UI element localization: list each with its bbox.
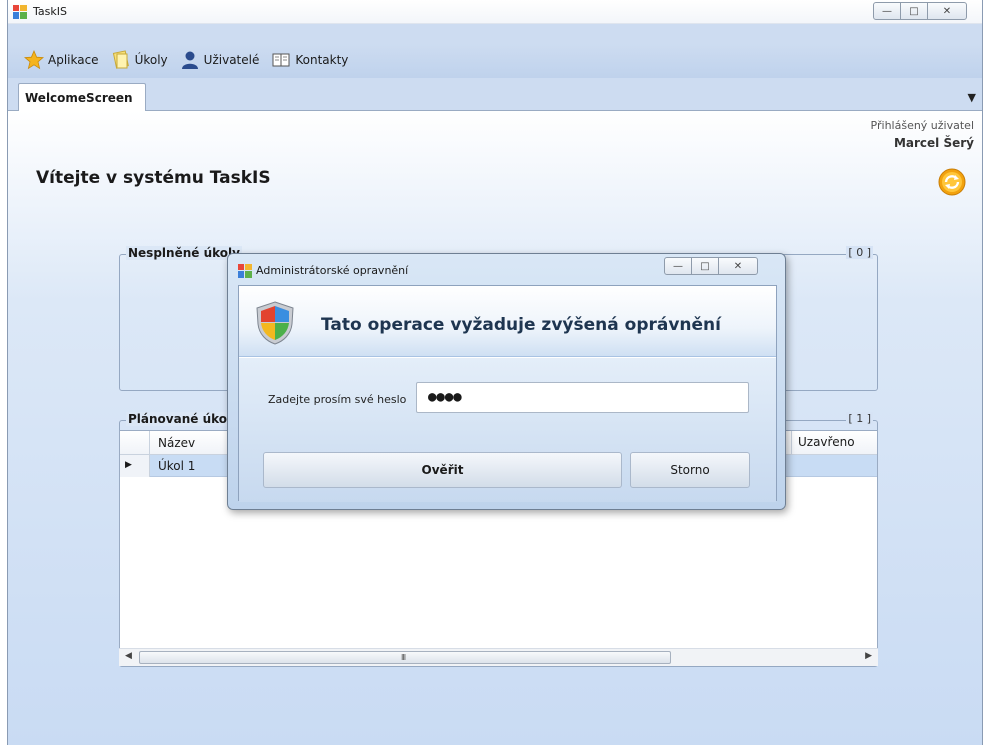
maximize-icon: □ xyxy=(700,260,710,272)
planned-tasks-count: [ 1 ] xyxy=(846,412,873,425)
minimize-icon: — xyxy=(882,5,892,17)
scroll-grip: III xyxy=(401,653,406,662)
refresh-icon[interactable] xyxy=(937,167,967,197)
pending-tasks-title: Nesplněné úkoly xyxy=(126,246,242,260)
dialog-heading: Tato operace vyžaduje zvýšená oprávnění xyxy=(321,315,721,335)
menu-bar: Aplikace Úkoly Uživatelé Kontakty xyxy=(24,48,360,72)
notes-icon xyxy=(112,50,129,69)
user-icon xyxy=(181,51,198,69)
dialog-form: Zadejte prosím své heslo ●●●● Ověřit Sto… xyxy=(239,358,776,502)
dialog-close-button[interactable]: ✕ xyxy=(718,257,758,275)
dialog-header: Tato operace vyžaduje zvýšená oprávnění xyxy=(239,286,776,357)
menu-item-label: Úkoly xyxy=(134,53,168,67)
column-header-uzavreno[interactable]: Uzavřeno xyxy=(791,431,855,454)
title-bar: TaskIS — □ ✕ xyxy=(8,0,982,24)
horizontal-scrollbar[interactable]: ◀ III ▶ xyxy=(119,648,878,666)
logged-user-name: Marcel Šerý xyxy=(893,136,974,150)
planned-tasks-title: Plánované úkoly xyxy=(126,412,241,426)
page-title: Vítejte v systému TaskIS xyxy=(36,168,271,188)
admin-permission-dialog: Administrátorské opravnění — □ ✕ Tato op… xyxy=(227,253,786,510)
dialog-maximize-button[interactable]: □ xyxy=(691,257,719,275)
password-label: Zadejte prosím své heslo xyxy=(268,393,407,406)
grid-corner xyxy=(120,431,150,454)
menu-item-uzivatele[interactable]: Uživatelé xyxy=(180,50,260,70)
tab-welcomescreen[interactable]: WelcomeScreen xyxy=(18,83,146,111)
dialog-minimize-button[interactable]: — xyxy=(664,257,692,275)
cell-name: Úkol 1 xyxy=(158,459,196,473)
window-title: TaskIS xyxy=(33,5,67,18)
verify-button-label: Ověřit xyxy=(421,463,464,477)
dialog-title-bar: Administrátorské opravnění — □ ✕ xyxy=(228,254,785,282)
logged-user-label: Přihlášený uživatel xyxy=(870,119,974,132)
verify-button[interactable]: Ověřit xyxy=(263,452,622,488)
minimize-button[interactable]: — xyxy=(873,2,901,20)
scroll-right-icon[interactable]: ▶ xyxy=(865,651,872,661)
cancel-button[interactable]: Storno xyxy=(630,452,750,488)
dialog-body: Tato operace vyžaduje zvýšená oprávnění … xyxy=(238,285,777,502)
password-field[interactable]: ●●●● xyxy=(416,382,749,413)
tab-strip xyxy=(8,78,982,111)
main-window: TaskIS — □ ✕ Aplikace Úkoly Uživatelé Ko… xyxy=(7,0,983,745)
minimize-icon: — xyxy=(673,260,683,272)
close-icon: ✕ xyxy=(733,260,743,272)
menu-item-label: Uživatelé xyxy=(203,53,260,67)
scroll-left-icon[interactable]: ◀ xyxy=(125,651,132,661)
menu-item-label: Aplikace xyxy=(48,53,99,67)
maximize-button[interactable]: □ xyxy=(900,2,928,20)
app-icon xyxy=(13,5,27,19)
uac-shield-icon xyxy=(256,301,294,345)
pending-tasks-count: [ 0 ] xyxy=(846,246,873,259)
menu-item-kontakty[interactable]: Kontakty xyxy=(271,50,348,70)
dialog-title: Administrátorské opravnění xyxy=(256,264,409,277)
tab-list-dropdown-icon[interactable]: ▼ xyxy=(968,91,976,104)
close-button[interactable]: ✕ xyxy=(927,2,967,20)
address-book-icon xyxy=(272,53,290,67)
row-selector-icon[interactable]: ▶ xyxy=(120,455,150,477)
column-header-nazev[interactable]: Název xyxy=(158,436,195,450)
menu-item-label: Kontakty xyxy=(295,53,349,67)
menu-item-ukoly[interactable]: Úkoly xyxy=(111,50,168,70)
menu-item-aplikace[interactable]: Aplikace xyxy=(24,50,99,70)
close-icon: ✕ xyxy=(942,5,952,17)
scrollbar-thumb[interactable]: III xyxy=(139,651,671,664)
app-icon xyxy=(238,264,252,278)
menu-bar-bg xyxy=(8,24,982,44)
cancel-button-label: Storno xyxy=(670,463,710,477)
star-icon xyxy=(24,50,44,70)
maximize-icon: □ xyxy=(909,5,919,17)
